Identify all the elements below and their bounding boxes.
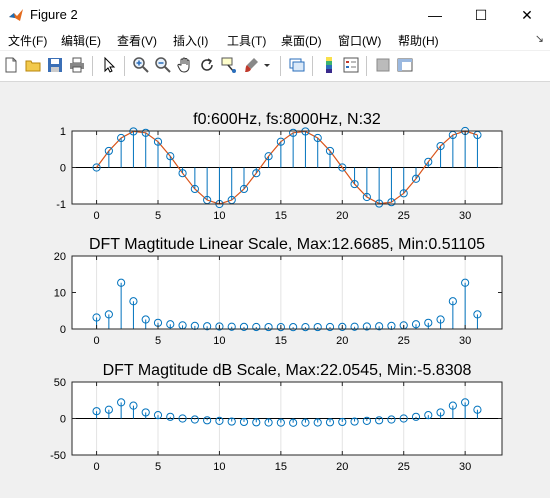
zoom-in-icon[interactable]: [132, 56, 150, 74]
data-cursor-icon[interactable]: [220, 56, 238, 74]
toolbar-separator: [124, 56, 125, 76]
x-tick-label: 0: [94, 210, 100, 222]
link-plot-icon[interactable]: [288, 56, 306, 74]
save-icon[interactable]: [46, 56, 64, 74]
x-tick-label: 5: [155, 210, 161, 222]
x-tick-label: 10: [213, 210, 225, 222]
x-tick-label: 20: [336, 461, 348, 473]
maximize-button[interactable]: ☐: [458, 0, 504, 30]
y-tick-label: 10: [54, 288, 66, 300]
figure-canvas[interactable]: 0 5 10 15 20 25 30 -1 0 1 f0:600Hz, fs:8000Hz, N:3…: [0, 82, 550, 498]
y-tick-label: -50: [50, 450, 66, 462]
matlab-logo-icon: [9, 9, 23, 21]
minimize-button[interactable]: —: [412, 0, 458, 30]
x-tick-label: 5: [155, 461, 161, 473]
menu-overflow-icon[interactable]: ↘: [535, 32, 544, 45]
toolbar: [0, 51, 550, 82]
x-tick-label: 0: [94, 335, 100, 347]
x-tick-label: 5: [155, 335, 161, 347]
title-bar: Figure 2 — ☐ ✕: [0, 0, 550, 30]
hide-plot-tools-icon[interactable]: [374, 56, 392, 74]
toolbar-separator: [312, 56, 313, 76]
plot-title: f0:600Hz, fs:8000Hz, N:32: [193, 111, 381, 128]
colorbar-icon[interactable]: [320, 56, 338, 74]
y-tick-label: 0: [60, 324, 66, 336]
zoom-out-icon[interactable]: [154, 56, 172, 74]
x-tick-label: 30: [459, 210, 471, 222]
close-button[interactable]: ✕: [504, 0, 550, 30]
menu-help[interactable]: 帮助(H): [398, 32, 439, 49]
menu-edit[interactable]: 编辑(E): [61, 32, 101, 49]
new-figure-icon[interactable]: [2, 56, 20, 74]
x-tick-label: 20: [336, 335, 348, 347]
y-tick-label: -1: [56, 199, 66, 211]
y-tick-label: 0: [60, 414, 66, 426]
y-tick-label: 1: [60, 126, 66, 138]
y-tick-label: 20: [54, 251, 66, 263]
menu-bar: 文件(F) 编辑(E) 查看(V) 插入(I) 工具(T) 桌面(D) 窗口(W…: [0, 30, 550, 50]
toolbar-separator: [366, 56, 367, 76]
brush-icon[interactable]: [242, 56, 260, 74]
chevron-down-icon[interactable]: [262, 56, 272, 74]
x-tick-label: 30: [459, 335, 471, 347]
x-tick-label: 25: [398, 461, 410, 473]
pan-icon[interactable]: [176, 56, 194, 74]
x-tick-label: 15: [275, 461, 287, 473]
axes-2[interactable]: 0 5 10 15 20 25 30 0 10 20 DFT Magtitude Linear Sc…: [54, 236, 503, 347]
window-title: Figure 2: [30, 7, 78, 22]
show-plot-tools-icon[interactable]: [396, 56, 414, 74]
x-tick-label: 15: [275, 335, 287, 347]
x-tick-label: 15: [275, 210, 287, 222]
menu-insert[interactable]: 插入(I): [173, 32, 208, 49]
x-tick-label: 30: [459, 461, 471, 473]
axes-1[interactable]: 0 5 10 15 20 25 30 -1 0 1 f0:600Hz, fs:8000Hz, N:3…: [56, 111, 503, 222]
open-file-icon[interactable]: [24, 56, 42, 74]
x-tick-label: 10: [213, 335, 225, 347]
axes-3[interactable]: 0 5 10 15 20 25 30 -50 0 50 DFT Magtitude dB Scale…: [50, 362, 503, 473]
y-tick-label: 0: [60, 163, 66, 175]
x-tick-label: 25: [398, 210, 410, 222]
x-tick-label: 10: [213, 461, 225, 473]
menu-tools[interactable]: 工具(T): [227, 32, 266, 49]
x-tick-label: 0: [94, 461, 100, 473]
menu-view[interactable]: 查看(V): [117, 32, 157, 49]
x-tick-label: 25: [398, 335, 410, 347]
toolbar-separator: [92, 56, 93, 76]
menu-desktop[interactable]: 桌面(D): [281, 32, 322, 49]
menu-file[interactable]: 文件(F): [8, 32, 47, 49]
print-icon[interactable]: [68, 56, 86, 74]
menu-window[interactable]: 窗口(W): [338, 32, 381, 49]
legend-icon[interactable]: [342, 56, 360, 74]
rotate-3d-icon[interactable]: [198, 56, 216, 74]
y-tick-label: 50: [54, 377, 66, 389]
toolbar-separator: [280, 56, 281, 76]
plot-title: DFT Magtitude Linear Scale, Max:12.6685,…: [89, 236, 485, 253]
x-tick-label: 20: [336, 210, 348, 222]
plot-title: DFT Magtitude dB Scale, Max:22.0545, Min…: [103, 362, 472, 379]
pointer-icon[interactable]: [100, 56, 118, 74]
